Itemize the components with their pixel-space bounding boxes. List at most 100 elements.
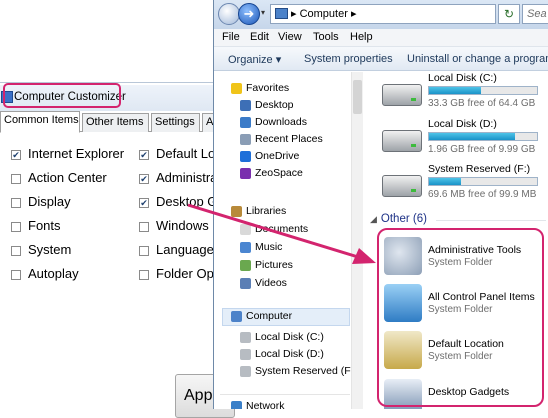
- nav-drive-item[interactable]: Local Disk (D:): [255, 348, 324, 360]
- address-text: Computer: [299, 8, 348, 20]
- nav-favorite-item-icon: [240, 168, 251, 179]
- nav-library-item-icon: [240, 260, 251, 271]
- drive-usage-fill: [429, 178, 462, 185]
- option-label[interactable]: Default Lo: [156, 146, 215, 161]
- nav-library-item-icon: [240, 278, 251, 289]
- option-checkbox[interactable]: [11, 198, 21, 208]
- forward-button[interactable]: ➜: [238, 3, 260, 25]
- option-label[interactable]: Language: [156, 242, 214, 257]
- nav-computer[interactable]: Computer: [246, 310, 292, 322]
- nav-libraries[interactable]: Libraries: [246, 205, 286, 217]
- option-label[interactable]: Autoplay: [28, 266, 79, 281]
- nav-libraries-icon: [231, 206, 242, 217]
- nav-drive-item[interactable]: System Reserved (F:): [255, 365, 357, 377]
- tab-label: Common Items: [4, 114, 79, 126]
- address-chevron-icon[interactable]: ▸: [351, 8, 357, 20]
- nav-library-item[interactable]: Documents: [255, 223, 308, 235]
- option-checkbox[interactable]: ✔: [11, 150, 21, 160]
- uninstall-program-button[interactable]: Uninstall or change a program: [407, 53, 548, 65]
- option-checkbox[interactable]: [11, 246, 21, 256]
- recent-pages-chevron-icon[interactable]: ▾: [261, 8, 265, 17]
- menu-view[interactable]: View: [278, 31, 302, 43]
- nav-scrollbar[interactable]: [351, 72, 363, 409]
- folders-highlight-frame: [377, 228, 544, 407]
- nav-favorite-item-icon: [240, 117, 251, 128]
- option-label[interactable]: Action Center: [28, 170, 107, 185]
- option-checkbox[interactable]: [139, 246, 149, 256]
- tab-other-items[interactable]: Other Items: [82, 113, 149, 132]
- customizer-window: Computer Customizer Common Items Other I…: [0, 82, 235, 418]
- option-checkbox[interactable]: ✔: [139, 174, 149, 184]
- command-bar: Organize ▾ System properties Uninstall o…: [214, 47, 548, 71]
- refresh-button[interactable]: ↻: [498, 4, 520, 24]
- organize-button[interactable]: Organize ▾: [228, 53, 281, 66]
- drive-name: System Reserved (F:): [428, 163, 531, 175]
- nav-favorites[interactable]: Favorites: [246, 82, 289, 94]
- menu-tools[interactable]: Tools: [313, 31, 339, 43]
- nav-library-item[interactable]: Videos: [255, 277, 287, 289]
- option-checkbox[interactable]: ✔: [139, 198, 149, 208]
- nav-library-item-icon: [240, 242, 251, 253]
- address-bar[interactable]: ▸ Computer ▸: [270, 4, 496, 24]
- nav-library-item[interactable]: Pictures: [255, 259, 293, 271]
- option-label[interactable]: Fonts: [28, 218, 61, 233]
- option-label[interactable]: Display: [28, 194, 71, 209]
- option-label[interactable]: Desktop G: [156, 194, 217, 209]
- search-placeholder: Sea: [527, 8, 547, 20]
- option-label[interactable]: Folder Op: [156, 266, 214, 281]
- collapse-triangle-icon[interactable]: ◢: [370, 214, 377, 224]
- hard-drive-icon: [382, 175, 422, 197]
- tab-settings[interactable]: Settings: [151, 113, 200, 132]
- option-label[interactable]: Administra: [156, 170, 217, 185]
- option-label[interactable]: Internet Explorer: [28, 146, 124, 161]
- nav-drive-item[interactable]: Local Disk (C:): [255, 331, 324, 343]
- option-label[interactable]: System: [28, 242, 71, 257]
- nav-library-item[interactable]: Music: [255, 241, 282, 253]
- apply-label: Appl: [184, 387, 217, 404]
- option-checkbox[interactable]: [11, 174, 21, 184]
- back-button[interactable]: [218, 3, 240, 25]
- nav-network[interactable]: Network: [246, 400, 285, 409]
- computer-icon: [275, 8, 288, 19]
- nav-network-icon: [231, 401, 242, 409]
- drive-free-space: 33.3 GB free of 64.4 GB: [428, 98, 536, 109]
- option-label[interactable]: Windows: [156, 218, 209, 233]
- group-header-other[interactable]: ◢ Other (6): [370, 213, 427, 225]
- address-prefix: ▸: [291, 8, 300, 20]
- nav-favorite-item[interactable]: ZeoSpace: [255, 167, 303, 179]
- explorer-nav-bar: ➜ ▾ ▸ Computer ▸ ↻ Sea: [214, 0, 548, 29]
- drive-usage-fill: [429, 87, 481, 94]
- tab-label: Other Items: [86, 116, 144, 128]
- system-properties-button[interactable]: System properties: [304, 53, 393, 65]
- nav-favorite-item-icon: [240, 100, 251, 111]
- menu-file[interactable]: File: [222, 31, 240, 43]
- hard-drive-icon: [382, 130, 422, 152]
- nav-favorite-item[interactable]: Recent Places: [255, 133, 323, 145]
- tab-common-items[interactable]: Common Items: [0, 111, 80, 133]
- menu-bar: File Edit View Tools Help: [214, 29, 548, 47]
- hard-drive-icon: [382, 84, 422, 106]
- option-checkbox[interactable]: [139, 222, 149, 232]
- nav-favorite-item-icon: [240, 134, 251, 145]
- drive-usage-bar: [428, 177, 538, 186]
- option-checkbox[interactable]: [139, 270, 149, 280]
- drive-free-space: 1.96 GB free of 9.99 GB: [428, 144, 536, 155]
- nav-divider: [220, 394, 350, 395]
- option-checkbox[interactable]: [11, 270, 21, 280]
- nav-drive-item-icon: [240, 349, 251, 360]
- menu-help[interactable]: Help: [350, 31, 373, 43]
- group-header-label: Other (6): [380, 213, 427, 225]
- nav-favorite-item[interactable]: OneDrive: [255, 150, 299, 162]
- option-checkbox[interactable]: [11, 222, 21, 232]
- nav-drive-item-icon: [240, 332, 251, 343]
- search-input[interactable]: Sea: [522, 4, 548, 24]
- navigation-pane: Favorites Desktop Downloads Recent Places On…: [214, 72, 357, 409]
- option-checkbox[interactable]: ✔: [139, 150, 149, 160]
- menu-edit[interactable]: Edit: [250, 31, 269, 43]
- tab-label: Settings: [155, 116, 195, 128]
- drive-usage-bar: [428, 86, 538, 95]
- nav-favorite-item[interactable]: Downloads: [255, 116, 307, 128]
- scrollbar-thumb[interactable]: [353, 80, 362, 114]
- drive-usage-bar: [428, 132, 538, 141]
- nav-favorite-item[interactable]: Desktop: [255, 99, 294, 111]
